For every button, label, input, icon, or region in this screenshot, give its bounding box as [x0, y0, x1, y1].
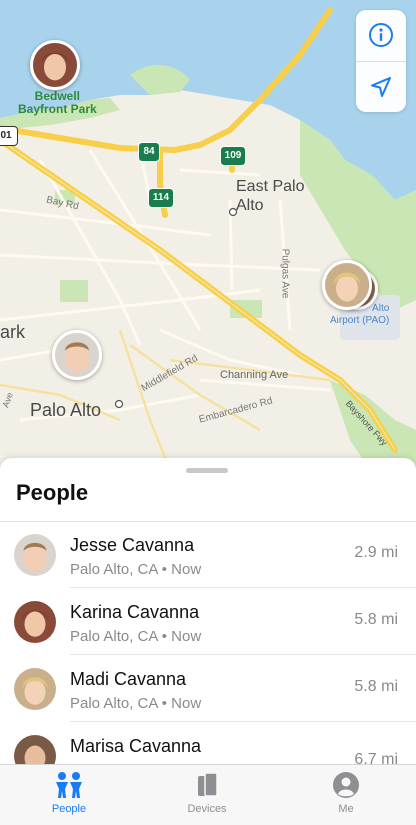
- airport-line2: Airport (PAO): [330, 315, 390, 326]
- avatar: [14, 735, 56, 764]
- person-location: Palo Alto, CA • Now: [70, 628, 202, 645]
- person-name: Marisa Cavanna: [70, 736, 202, 756]
- map-pin-karina[interactable]: [30, 40, 80, 90]
- map-pin-jesse[interactable]: [52, 330, 102, 380]
- info-icon: [369, 23, 393, 47]
- sheet-grabber[interactable]: [186, 468, 228, 473]
- row-divider: [70, 587, 416, 588]
- person-row-marisa[interactable]: Marisa Cavanna 6.7 mi: [0, 723, 416, 764]
- person-distance: 6.7 mi: [354, 751, 398, 764]
- avatar: [14, 534, 56, 576]
- row-divider: [70, 654, 416, 655]
- east-palo-alto-label: East Palo Alto: [236, 177, 304, 215]
- airport-line1: Alto: [372, 303, 390, 314]
- row-divider: [70, 721, 416, 722]
- avatar-karina: [14, 601, 56, 643]
- avatar: [14, 668, 56, 710]
- person-location: Palo Alto, CA • Now: [70, 561, 202, 578]
- palo-alto-label: Palo Alto: [30, 400, 102, 420]
- person-name: Jesse Cavanna: [70, 535, 195, 555]
- bedwell-park-label: Bedwell Bayfront Park: [18, 90, 97, 116]
- sheet-title: People: [16, 480, 89, 505]
- pulgas-ave-label: Pulgas Ave: [279, 248, 291, 299]
- avatar-madi: [14, 668, 56, 710]
- tab-devices-label: Devices: [187, 803, 227, 815]
- tab-people-label: People: [51, 803, 87, 815]
- current-location-button[interactable]: [356, 62, 406, 112]
- tab-people[interactable]: People: [0, 765, 138, 825]
- person-row-jesse[interactable]: Jesse Cavanna Palo Alto, CA • Now 2.9 mi: [0, 522, 416, 588]
- tab-devices[interactable]: Devices: [138, 765, 276, 825]
- tab-me[interactable]: Me: [277, 765, 415, 825]
- avatar-madi-pin: [325, 263, 369, 307]
- people-sheet: People Jesse Cavanna Palo Alto, CA • Now…: [0, 458, 416, 764]
- highway-84-shield: 84: [138, 142, 160, 162]
- info-button[interactable]: [356, 10, 406, 60]
- east-palo-alto-line2: Alto: [236, 197, 264, 214]
- map-pin-madi[interactable]: [322, 260, 372, 310]
- person-name: Madi Cavanna: [70, 669, 187, 689]
- tab-me-label: Me: [338, 803, 354, 815]
- map-controls: [356, 10, 406, 112]
- map-view[interactable]: Bedwell Bayfront Park East Palo Alto Pal…: [0, 0, 416, 470]
- highway-109-shield: 109: [220, 146, 246, 166]
- tab-bar: People Devices Me: [0, 764, 416, 825]
- avatar-karina-pin: [33, 43, 77, 87]
- devices-icon: [198, 772, 218, 797]
- avatar: [14, 601, 56, 643]
- me-icon: [333, 772, 359, 798]
- highway-114-shield: 114: [148, 188, 174, 208]
- person-distance: 5.8 mi: [354, 611, 398, 628]
- east-palo-alto-line1: East Palo: [236, 178, 305, 195]
- person-row-karina[interactable]: Karina Cavanna Palo Alto, CA • Now 5.8 m…: [0, 589, 416, 655]
- park-fragment-label: ark: [0, 322, 26, 342]
- highway-101-shield: 01: [0, 126, 18, 146]
- location-arrow-icon: [371, 77, 391, 97]
- avatar-jesse-pin: [55, 333, 99, 377]
- bedwell-line1: Bedwell: [34, 89, 81, 103]
- channing-ave-label: Channing Ave: [220, 369, 289, 381]
- people-icon: [56, 772, 82, 798]
- person-name: Karina Cavanna: [70, 602, 200, 622]
- person-distance: 5.8 mi: [354, 678, 398, 695]
- person-row-madi[interactable]: Madi Cavanna Palo Alto, CA • Now 5.8 mi: [0, 656, 416, 722]
- person-distance: 2.9 mi: [354, 544, 398, 561]
- avatar-marisa: [14, 735, 56, 764]
- person-location: Palo Alto, CA • Now: [70, 695, 202, 712]
- avatar-jesse: [14, 534, 56, 576]
- bedwell-line2: Bayfront Park: [18, 102, 97, 116]
